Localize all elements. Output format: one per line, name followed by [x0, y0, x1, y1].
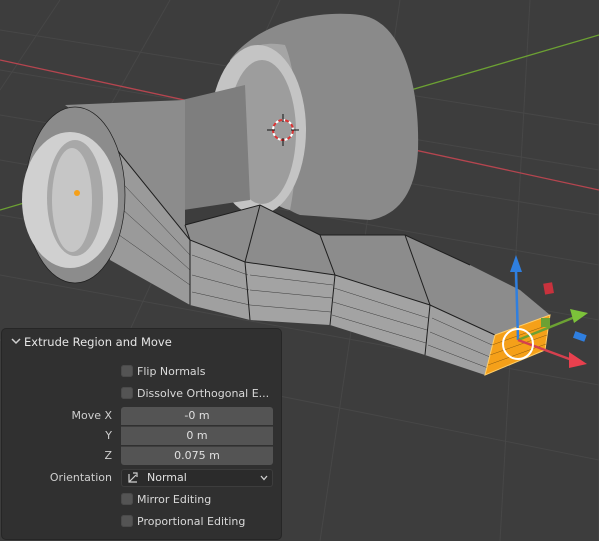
gizmo-yz-plane[interactable] [541, 318, 550, 327]
orientation-label: Orientation [49, 471, 112, 484]
move-x-label: Move X [71, 409, 112, 422]
flip-normals-checkbox[interactable] [121, 365, 133, 377]
dissolve-orthogonal-checkbox[interactable] [121, 387, 133, 399]
move-x-field[interactable]: -0 m [121, 407, 273, 425]
operator-panel-header[interactable]: Extrude Region and Move [2, 329, 281, 355]
normal-orientation-icon [128, 472, 138, 483]
chevron-down-icon [11, 338, 21, 345]
operator-panel: Extrude Region and Move Flip Normals Dis… [2, 329, 281, 539]
mirror-editing-label: Mirror Editing [137, 493, 212, 506]
chevron-down-icon [260, 475, 268, 481]
move-y-label: Y [105, 429, 112, 442]
move-y-field[interactable]: 0 m [121, 426, 273, 445]
orientation-dropdown[interactable]: Normal [121, 469, 273, 487]
proportional-editing-label: Proportional Editing [137, 515, 246, 528]
flip-normals-label: Flip Normals [137, 365, 206, 378]
move-z-field[interactable]: 0.075 m [121, 446, 273, 465]
orientation-value: Normal [147, 471, 187, 484]
proportional-editing-checkbox[interactable] [121, 515, 133, 527]
dissolve-orthogonal-label: Dissolve Orthogonal E... [137, 387, 270, 400]
gizmo-xz-plane[interactable] [543, 282, 554, 295]
operator-panel-title: Extrude Region and Move [24, 335, 172, 349]
mirror-editing-checkbox[interactable] [121, 493, 133, 505]
move-z-label: Z [104, 449, 112, 462]
